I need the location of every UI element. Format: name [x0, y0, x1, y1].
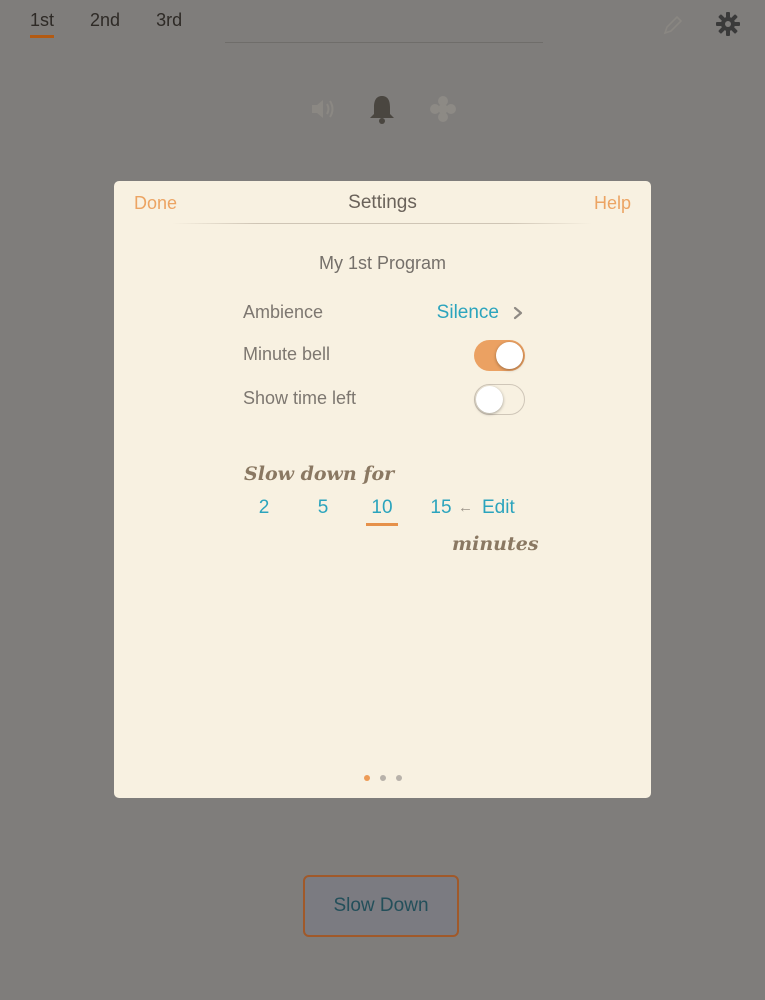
ambience-value[interactable]: Silence — [437, 302, 499, 324]
flower-icon[interactable] — [428, 94, 458, 124]
minute-bell-toggle[interactable] — [474, 340, 525, 371]
settings-modal: Done Settings Help My 1st Program Ambien… — [114, 181, 651, 798]
page-indicator[interactable] — [114, 775, 651, 781]
minutes-option-10[interactable]: 10 — [366, 497, 398, 526]
speaker-icon[interactable] — [308, 94, 338, 124]
tab-1st[interactable]: 1st — [30, 10, 55, 38]
tab-3rd[interactable]: 3rd — [156, 10, 182, 38]
toggle-knob — [476, 386, 503, 413]
toggle-knob — [496, 342, 523, 369]
ambience-label: Ambience — [243, 302, 324, 322]
ambience-row[interactable]: Ambience Silence — [243, 298, 525, 328]
show-time-left-toggle[interactable] — [474, 384, 525, 415]
arrow-left-icon: ← — [458, 499, 473, 516]
slow-down-for-heading: Slow down for — [244, 463, 395, 485]
help-button[interactable]: Help — [594, 193, 631, 214]
minutes-option-5[interactable]: 5 — [307, 497, 339, 523]
show-time-left-label: Show time left — [243, 388, 357, 408]
program-title: My 1st Program — [318, 253, 447, 273]
chevron-right-icon[interactable] — [511, 305, 525, 321]
slow-down-button[interactable]: Slow Down — [303, 875, 459, 937]
minute-bell-row: Minute bell — [243, 340, 525, 371]
bell-icon[interactable] — [366, 92, 398, 126]
edit-minutes-button[interactable]: Edit — [482, 497, 515, 519]
tab-2nd[interactable]: 2nd — [90, 10, 120, 38]
minutes-option-15[interactable]: 15 — [425, 497, 457, 523]
minutes-option-2[interactable]: 2 — [248, 497, 280, 523]
show-time-left-row: Show time left — [243, 384, 525, 415]
program-tabs: 1st 2nd 3rd — [30, 10, 182, 38]
modal-header: Done Settings Help — [114, 181, 651, 226]
gear-icon[interactable] — [714, 10, 742, 38]
header-divider-line — [172, 223, 592, 224]
page-dot-2[interactable] — [379, 775, 386, 781]
minute-bell-label: Minute bell — [243, 344, 331, 364]
minutes-label: minutes — [452, 533, 539, 555]
modal-title: Settings — [348, 192, 417, 213]
page-dot-3[interactable] — [395, 775, 402, 781]
pencil-icon[interactable] — [660, 12, 686, 38]
header-divider — [225, 42, 543, 43]
page-dot-1[interactable] — [363, 775, 370, 781]
